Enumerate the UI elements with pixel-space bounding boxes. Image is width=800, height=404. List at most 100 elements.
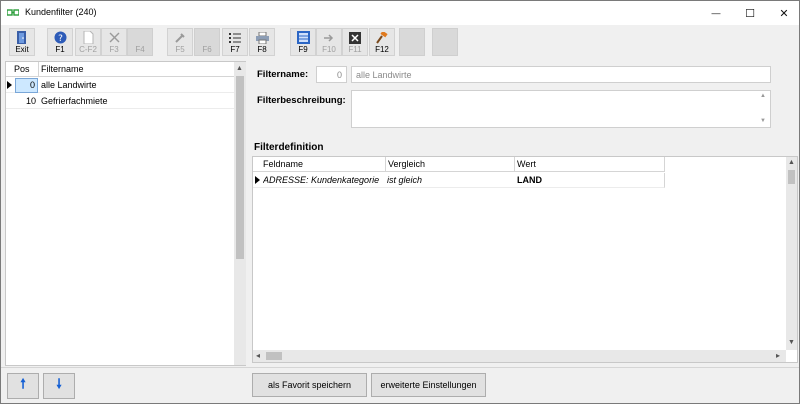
save-favorite-button[interactable]: als Favorit speichern bbox=[252, 373, 367, 397]
toolbar-label: Exit bbox=[15, 45, 29, 54]
row-wert[interactable]: LAND bbox=[517, 175, 542, 185]
delete-button[interactable]: F3 bbox=[101, 28, 127, 56]
definition-vscrollbar[interactable]: ▲ ▼ bbox=[786, 157, 797, 350]
blank-button[interactable] bbox=[399, 28, 425, 56]
table-row[interactable]: 10 Gefrierfachmiete bbox=[6, 94, 234, 109]
exit-door-icon bbox=[15, 31, 29, 44]
filterdefinition-heading: Filterdefinition bbox=[254, 142, 324, 153]
list-button[interactable]: F7 bbox=[222, 28, 248, 56]
toolbar-label: F1 bbox=[55, 45, 65, 54]
f10-button[interactable]: F10 bbox=[316, 28, 342, 56]
column-header-pos[interactable]: Pos bbox=[14, 64, 30, 74]
column-header-vergleich[interactable]: Vergleich bbox=[388, 159, 425, 169]
minimize-button[interactable]: — bbox=[699, 1, 733, 25]
filter-definition-grid[interactable]: Feldname Vergleich Wert ADRESSE: Kundenk… bbox=[252, 156, 798, 363]
svg-text:?: ? bbox=[58, 34, 63, 44]
help-button[interactable]: ? F1 bbox=[47, 28, 73, 56]
close-button[interactable]: ✕ bbox=[767, 1, 800, 25]
filterbeschreibung-field[interactable] bbox=[351, 90, 771, 128]
row-vergleich[interactable]: ist gleich bbox=[387, 175, 513, 185]
row-pos[interactable]: 10 bbox=[15, 96, 38, 106]
window: Kundenfilter (240) — ☐ ✕ Exit ? F1 C-F2 … bbox=[0, 0, 800, 404]
scroll-thumb[interactable] bbox=[788, 170, 795, 184]
f4-button[interactable]: F4 bbox=[127, 28, 153, 56]
filter-list-scrollbar[interactable]: ▲ bbox=[234, 62, 246, 365]
f6-button[interactable]: F6 bbox=[194, 28, 220, 56]
toolbar-label: F8 bbox=[257, 45, 267, 54]
exit-button[interactable]: Exit bbox=[9, 28, 35, 56]
title-bar: Kundenfilter (240) — ☐ ✕ bbox=[1, 1, 799, 25]
maximize-button[interactable]: ☐ bbox=[733, 1, 767, 25]
filtername-field[interactable]: alle Landwirte bbox=[351, 66, 771, 83]
scroll-up-icon: ▲ bbox=[760, 93, 766, 99]
toolbar-label: F3 bbox=[109, 45, 119, 54]
toolbar-label: C-F2 bbox=[79, 45, 97, 54]
help-icon: ? bbox=[53, 31, 67, 44]
filter-list-header: Pos Filtername bbox=[6, 62, 234, 77]
printer-icon bbox=[255, 31, 269, 44]
tools-button[interactable]: F5 bbox=[167, 28, 193, 56]
close-icon: ✕ bbox=[779, 7, 789, 20]
scroll-down-icon: ▼ bbox=[788, 339, 795, 346]
toolbar-label: F7 bbox=[230, 45, 240, 54]
hammer-icon bbox=[375, 31, 389, 44]
arrow-up-icon: 🠕 bbox=[20, 376, 26, 391]
minimize-icon: — bbox=[711, 8, 721, 18]
bottom-bar: 🠕 🠗 als Favorit speichern erweiterte Ein… bbox=[1, 367, 799, 403]
scroll-left-icon: ◂ bbox=[256, 351, 261, 360]
delete-x-icon bbox=[107, 31, 121, 44]
tools-icon bbox=[173, 31, 187, 44]
scroll-up-icon: ▲ bbox=[788, 159, 795, 166]
toolbar-label: F9 bbox=[298, 45, 308, 54]
table-row[interactable]: ADRESSE: Kundenkategorie ist gleich LAND bbox=[253, 173, 665, 188]
filter-details: Filtername: 0 alle Landwirte Filterbesch… bbox=[248, 61, 799, 366]
move-up-button[interactable]: 🠕 bbox=[7, 373, 39, 399]
move-down-button[interactable]: 🠗 bbox=[43, 373, 75, 399]
toolbar-label: F4 bbox=[135, 45, 145, 54]
filter-button[interactable]: F9 bbox=[290, 28, 316, 56]
toolbar-label: F5 bbox=[175, 45, 185, 54]
row-pointer-icon bbox=[7, 81, 12, 89]
excel-button[interactable]: F11 bbox=[342, 28, 368, 56]
scroll-up-icon: ▲ bbox=[236, 65, 243, 72]
print-button[interactable]: F8 bbox=[249, 28, 275, 56]
filter-list-grid[interactable]: Pos Filtername 0 alle Landwirte 10 Gefri… bbox=[5, 61, 246, 366]
maximize-icon: ☐ bbox=[745, 7, 755, 20]
toolbar-label: F6 bbox=[202, 45, 212, 54]
row-pos[interactable]: 0 bbox=[15, 78, 38, 93]
filter-sheet-icon bbox=[296, 31, 310, 44]
toolbar-label: F10 bbox=[322, 45, 336, 54]
row-filtername[interactable]: Gefrierfachmiete bbox=[41, 96, 108, 106]
filtername-label: Filtername: bbox=[257, 69, 309, 80]
column-header-wert[interactable]: Wert bbox=[517, 159, 536, 169]
toolbar: Exit ? F1 C-F2 F3 F4 F5 F6 F7 F8 F9 F10 … bbox=[1, 25, 799, 59]
hammer-button[interactable]: F12 bbox=[369, 28, 395, 56]
window-title: Kundenfilter (240) bbox=[25, 7, 97, 17]
new-document-icon bbox=[81, 31, 95, 44]
blank-button[interactable] bbox=[432, 28, 458, 56]
row-feldname[interactable]: ADRESSE: Kundenkategorie bbox=[263, 175, 384, 185]
blank-icon bbox=[133, 31, 147, 44]
row-filtername[interactable]: alle Landwirte bbox=[41, 80, 97, 90]
definition-header: Feldname Vergleich Wert bbox=[253, 157, 665, 172]
filterbeschreibung-label: Filterbeschreibung: bbox=[257, 95, 346, 106]
column-header-filtername[interactable]: Filtername bbox=[41, 64, 84, 74]
filter-pos-field[interactable]: 0 bbox=[316, 66, 347, 83]
list-icon bbox=[228, 31, 242, 44]
blank-icon bbox=[200, 31, 214, 44]
row-pointer-icon bbox=[255, 176, 260, 184]
scroll-thumb[interactable] bbox=[236, 76, 244, 259]
column-header-feldname[interactable]: Feldname bbox=[263, 159, 303, 169]
advanced-settings-button[interactable]: erweiterte Einstellungen bbox=[371, 373, 486, 397]
definition-hscrollbar[interactable]: ◂ ▸ bbox=[253, 350, 786, 362]
toolbar-label: F12 bbox=[375, 45, 389, 54]
scroll-down-icon: ▼ bbox=[760, 118, 766, 124]
toolbar-label: F11 bbox=[348, 45, 362, 54]
new-button[interactable]: C-F2 bbox=[75, 28, 101, 56]
scroll-right-icon: ▸ bbox=[776, 351, 781, 360]
scroll-thumb[interactable] bbox=[266, 352, 282, 360]
table-row[interactable]: 0 alle Landwirte bbox=[6, 78, 234, 93]
arrow-icon bbox=[322, 31, 336, 44]
arrow-down-icon: 🠗 bbox=[56, 376, 62, 391]
app-icon bbox=[7, 9, 19, 16]
